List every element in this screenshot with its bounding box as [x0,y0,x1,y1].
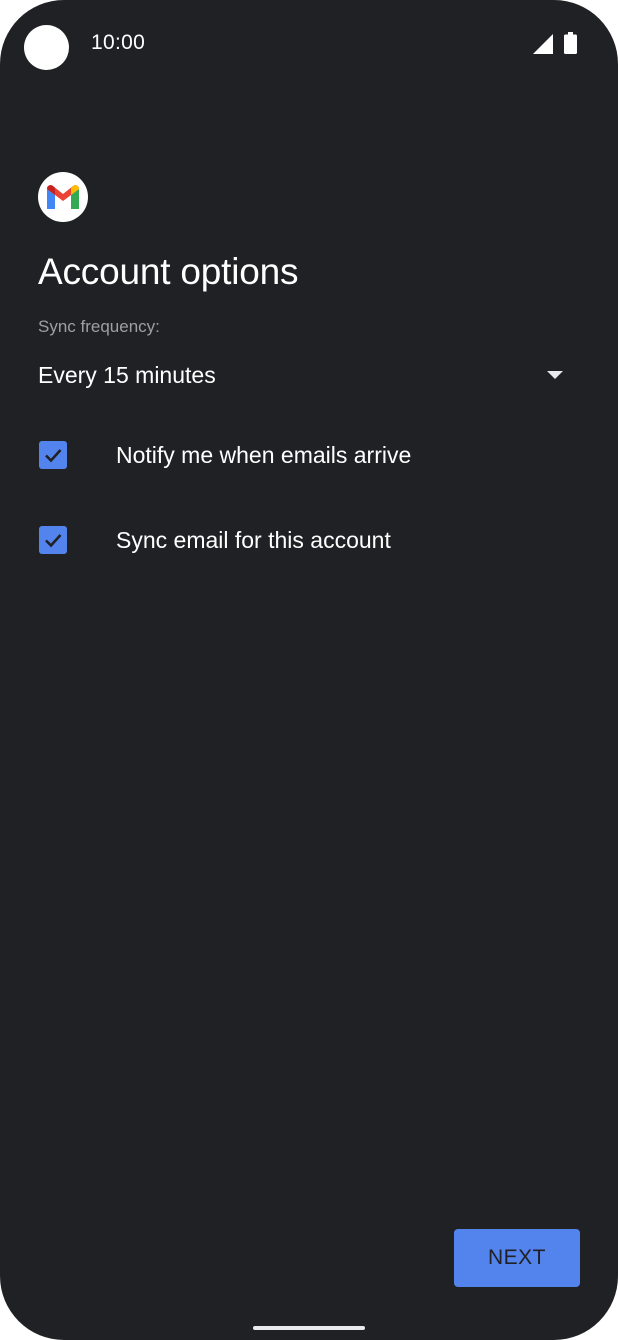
sync-frequency-value: Every 15 minutes [38,362,216,388]
page-title: Account options [38,251,299,292]
gesture-nav-handle[interactable] [253,1326,365,1330]
dropdown-arrow-icon [547,371,563,379]
notify-option[interactable]: Notify me when emails arrive [38,433,578,477]
notify-checkbox[interactable] [39,441,67,469]
sync-email-checkbox[interactable] [39,526,67,554]
status-time: 10:00 [91,31,146,54]
sync-frequency-dropdown[interactable]: Every 15 minutes [38,355,568,399]
sync-email-option[interactable]: Sync email for this account [38,518,578,562]
next-button[interactable]: NEXT [454,1229,580,1287]
phone-screen: 10:00 Account options Sync frequency: Ev… [0,0,618,1340]
battery-icon [564,32,577,54]
signal-icon [533,34,553,54]
gmail-logo-icon [38,172,88,222]
check-icon [45,534,62,548]
camera-cutout [24,25,69,70]
notify-label: Notify me when emails arrive [116,442,412,468]
sync-email-label: Sync email for this account [116,527,391,553]
sync-frequency-label: Sync frequency: [38,317,160,336]
check-icon [45,449,62,463]
